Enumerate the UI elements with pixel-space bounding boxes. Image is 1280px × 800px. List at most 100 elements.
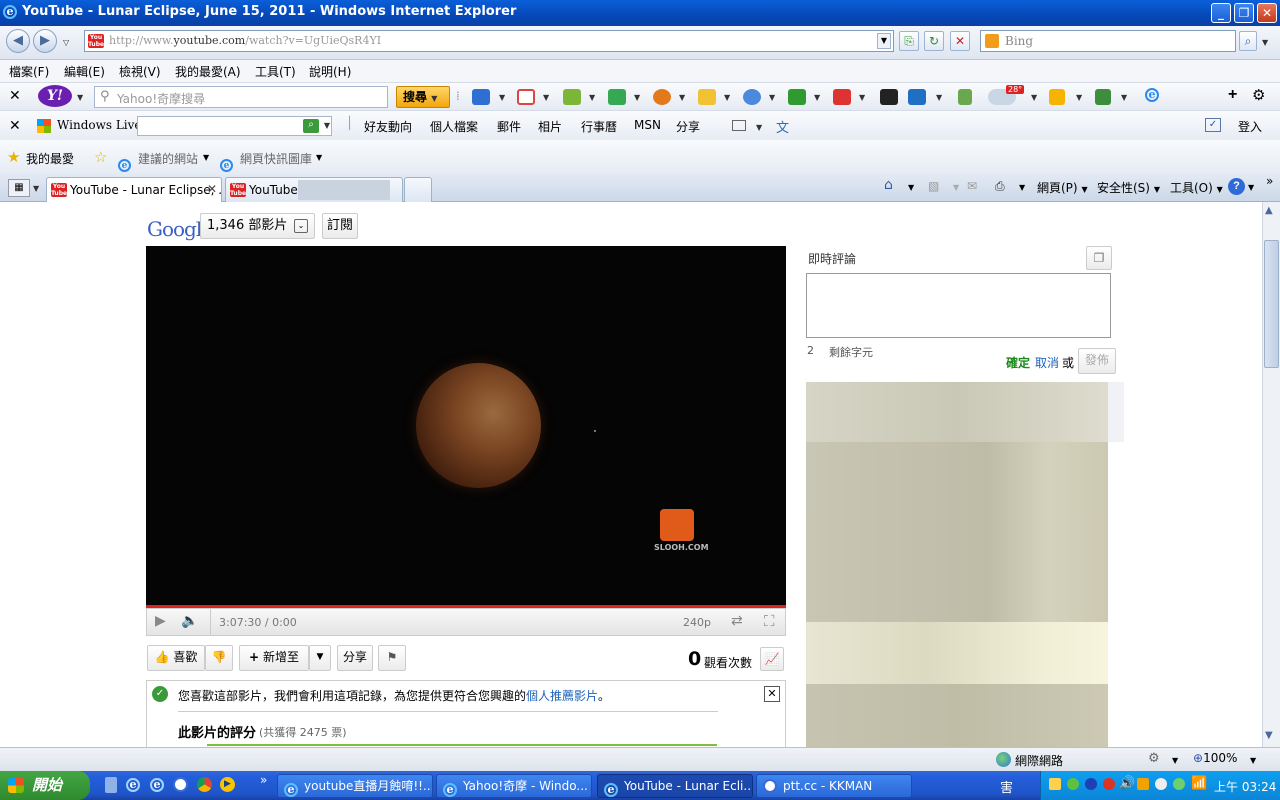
advertisement-area[interactable]: [806, 382, 1108, 747]
forward-button[interactable]: ▶: [33, 29, 57, 53]
tray-network-icon[interactable]: [1049, 778, 1061, 790]
subscribe-button[interactable]: 訂閱: [322, 213, 358, 239]
yahoo-menu-dropdown-icon[interactable]: ▼: [77, 93, 83, 102]
yahoo-search-button[interactable]: 搜尋 ▼: [396, 86, 450, 108]
quicklaunch-more-icon[interactable]: »: [260, 773, 267, 787]
cancel-link[interactable]: 取消: [1035, 354, 1059, 371]
like-button[interactable]: 👍 喜歡: [147, 645, 205, 671]
bookmark-icon[interactable]: [958, 89, 972, 105]
auction-icon[interactable]: [653, 89, 671, 105]
tray-app-icon[interactable]: [1137, 778, 1149, 790]
mail-dropdown-icon[interactable]: ▼: [499, 93, 505, 102]
feeds-icon[interactable]: ▧: [928, 179, 939, 193]
close-live-toolbar-icon[interactable]: ✕: [9, 118, 21, 134]
popout-comments-button[interactable]: ❐: [1086, 246, 1112, 270]
new-tab-button[interactable]: [404, 177, 432, 202]
taskbar-item-youtube-lunar[interactable]: e YouTube - Lunar Ecli...: [597, 774, 753, 798]
chevron-more-icon[interactable]: »: [1266, 174, 1273, 188]
menu-favorites[interactable]: 我的最愛(A): [175, 63, 241, 80]
live-search-input[interactable]: ⌕ ▼: [137, 116, 332, 136]
window-layout-icon[interactable]: [732, 120, 746, 131]
shopping-icon[interactable]: [698, 89, 716, 105]
live-link-msn[interactable]: MSN: [634, 118, 661, 132]
tray-wifi-icon[interactable]: 📶: [1191, 776, 1207, 791]
notice-close-icon[interactable]: ✕: [764, 686, 780, 702]
menu-help[interactable]: 說明(H): [309, 63, 351, 80]
recommendations-link[interactable]: 個人推薦影片: [526, 689, 598, 703]
answers-dropdown-icon[interactable]: ▼: [769, 93, 775, 102]
mail-icon[interactable]: [472, 89, 490, 105]
search-go-icon[interactable]: ⌕: [1239, 31, 1257, 51]
protected-mode-dropdown-icon[interactable]: ▼: [1172, 756, 1178, 765]
layout-dropdown-icon[interactable]: ▼: [756, 123, 762, 132]
scroll-down-icon[interactable]: ▼: [1265, 730, 1273, 741]
close-toolbar-icon[interactable]: ✕: [9, 88, 21, 104]
taskbar-item-yahoo[interactable]: e Yahoo!奇摩 - Windo...: [436, 774, 592, 798]
play-icon[interactable]: ▶: [155, 613, 166, 629]
ie-small-icon[interactable]: e: [1145, 87, 1163, 105]
tray-volume-icon[interactable]: 🔊: [1119, 776, 1135, 791]
volume-icon[interactable]: 🔈: [181, 613, 198, 629]
calendar-dropdown-icon[interactable]: ▼: [543, 93, 549, 102]
post-button[interactable]: 發佈: [1078, 348, 1116, 374]
weather-dropdown-icon[interactable]: ▼: [1031, 93, 1037, 102]
shopping-dropdown-icon[interactable]: ▼: [724, 93, 730, 102]
scroll-up-icon[interactable]: ▲: [1265, 205, 1273, 216]
signal-icon[interactable]: [1095, 89, 1111, 105]
window-icon[interactable]: [1049, 89, 1065, 105]
tray-bluetooth-icon[interactable]: [1085, 778, 1097, 790]
yahoo-logo-icon[interactable]: Y!: [38, 85, 72, 107]
tray-antivirus-icon[interactable]: [1103, 778, 1115, 790]
menu-view[interactable]: 檢視(V): [119, 63, 161, 80]
map-dropdown-icon[interactable]: ▼: [634, 93, 640, 102]
page-menu[interactable]: 網頁(P) ▼: [1037, 179, 1088, 196]
movie-icon[interactable]: [880, 89, 898, 105]
print-icon[interactable]: ⎙: [995, 179, 1005, 194]
zoom-control[interactable]: ⊕100%: [1193, 751, 1237, 765]
stock-dropdown-icon[interactable]: ▼: [814, 93, 820, 102]
checkbox-icon[interactable]: ✓: [1205, 118, 1221, 132]
vertical-scrollbar[interactable]: ▲ ▼: [1262, 202, 1280, 747]
home-dropdown-icon[interactable]: ▼: [908, 183, 914, 192]
sign-in-link[interactable]: 登入: [1238, 118, 1262, 135]
suggested-sites-dropdown-icon[interactable]: ▼: [203, 153, 209, 162]
yahoo-search-input[interactable]: ⚲ Yahoo!奇摩搜尋: [94, 86, 388, 108]
tab-youtube-lunar[interactable]: You Tube YouTube - Lunar Eclipse, ... ✕: [46, 177, 222, 202]
settings-gear-icon[interactable]: ⚙: [1252, 86, 1265, 104]
tab-youtube-2[interactable]: You Tube YouTube -: [225, 177, 403, 202]
translate-icon[interactable]: 文: [776, 117, 789, 136]
news-dropdown-icon[interactable]: ▼: [936, 93, 942, 102]
search-options-icon[interactable]: ▼: [1262, 38, 1268, 47]
stock-icon[interactable]: [788, 89, 806, 105]
answers-icon[interactable]: [743, 89, 761, 105]
restore-button[interactable]: ❐: [1234, 3, 1254, 23]
taskbar-item-youtube-live[interactable]: e youtube直播月蝕唷!!...: [277, 774, 433, 798]
quality-button[interactable]: 240p: [683, 616, 711, 629]
ime-indicator-icon[interactable]: 害: [1000, 777, 1013, 796]
search-input[interactable]: Bing: [980, 30, 1236, 52]
video-count-button[interactable]: 1,346 部影片 ⌄: [200, 213, 315, 239]
add-icon[interactable]: +: [1228, 86, 1237, 104]
help-dropdown-icon[interactable]: ▼: [1248, 183, 1254, 192]
window-dropdown-icon[interactable]: ▼: [1076, 93, 1082, 102]
address-dropdown-button[interactable]: ▼: [877, 33, 891, 49]
tray-status-icon[interactable]: [1067, 778, 1079, 790]
live-link-friends[interactable]: 好友動向: [364, 118, 412, 135]
live-link-photos[interactable]: 相片: [538, 118, 562, 135]
fullscreen-icon[interactable]: ⛶: [764, 612, 775, 630]
news-icon[interactable]: [908, 89, 926, 105]
refresh-icon[interactable]: ↻: [924, 31, 944, 51]
help-icon[interactable]: ?: [1228, 178, 1245, 195]
suggested-sites-link[interactable]: 建議的網站: [138, 150, 198, 167]
quicklaunch-ie2-icon[interactable]: e: [150, 777, 164, 792]
clock[interactable]: 上午 03:24: [1214, 778, 1276, 795]
quicklaunch-kkman-icon[interactable]: [173, 777, 188, 792]
games-dropdown-icon[interactable]: ▼: [589, 93, 595, 102]
protected-mode-icon[interactable]: ⚙: [1148, 751, 1160, 766]
menu-tools[interactable]: 工具(T): [255, 63, 296, 80]
tray-power-icon[interactable]: [1155, 778, 1167, 790]
tray-sync-icon[interactable]: [1173, 778, 1185, 790]
map-icon[interactable]: [608, 89, 626, 105]
auction-dropdown-icon[interactable]: ▼: [679, 93, 685, 102]
live-link-profile[interactable]: 個人檔案: [430, 118, 478, 135]
